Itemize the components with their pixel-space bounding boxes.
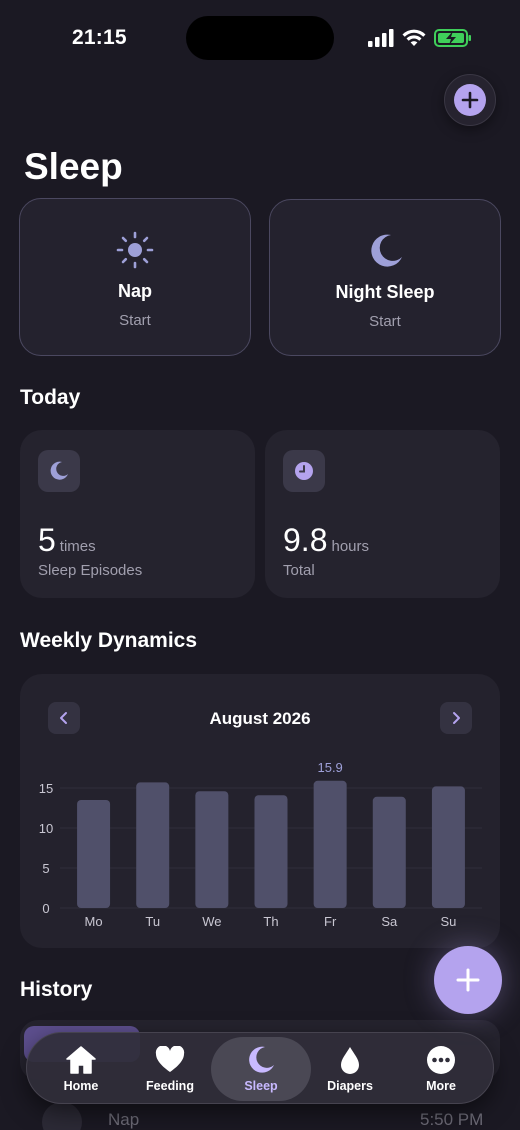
episodes-card: 5 times Sleep Episodes bbox=[20, 430, 255, 598]
tab-home-label: Home bbox=[63, 1079, 99, 1093]
drop-icon bbox=[341, 1047, 359, 1074]
episodes-icon-tile bbox=[38, 450, 80, 492]
chart-x-tick-label: Th bbox=[263, 914, 278, 929]
history-row-icon bbox=[42, 1102, 82, 1130]
tab-home[interactable]: Home bbox=[31, 1033, 131, 1105]
night-sleep-subtitle: Start bbox=[369, 313, 401, 330]
weekly-section-title: Weekly Dynamics bbox=[20, 629, 198, 652]
weekly-bar-chart: 0 5 10 15 Mo Tu We Th Fr 15.9 Sa Su bbox=[39, 760, 482, 929]
home-icon bbox=[66, 1046, 96, 1074]
plus-icon bbox=[456, 968, 480, 992]
chart-x-tick-label: Mo bbox=[85, 914, 103, 929]
night-sleep-title: Night Sleep bbox=[335, 282, 435, 302]
chart-x-tick-label: Sa bbox=[381, 914, 398, 929]
chart-bar[interactable] bbox=[313, 780, 347, 908]
chart-bar[interactable] bbox=[77, 800, 111, 908]
tab-bar: Home Feeding Sleep Diapers More bbox=[26, 1032, 494, 1104]
wifi-icon bbox=[402, 29, 426, 46]
floating-add-button[interactable] bbox=[434, 946, 502, 1014]
weekly-chart-card: August 2026 0 5 10 15 Mo Tu We Th Fr 15.9 Sa Su bbox=[20, 674, 500, 948]
chart-bar[interactable] bbox=[254, 795, 288, 908]
battery-icon bbox=[434, 29, 471, 47]
chart-y-tick-label: 5 bbox=[42, 861, 49, 876]
moon-icon bbox=[249, 1046, 274, 1073]
status-time: 21:15 bbox=[72, 26, 127, 49]
chart-bar[interactable] bbox=[136, 782, 170, 908]
status-icons bbox=[368, 28, 472, 48]
signal-icon bbox=[368, 29, 394, 47]
history-section-title: History bbox=[20, 978, 93, 1001]
tab-feeding[interactable]: Feeding bbox=[120, 1033, 220, 1105]
total-icon-tile bbox=[283, 450, 325, 492]
dynamic-island bbox=[186, 16, 334, 60]
episodes-label: Sleep Episodes bbox=[38, 562, 143, 579]
page-title: Sleep bbox=[24, 146, 123, 187]
plus-icon bbox=[461, 91, 479, 109]
nap-title: Nap bbox=[117, 281, 152, 301]
today-section-title: Today bbox=[20, 386, 81, 409]
chart-x-tick-label: Su bbox=[440, 914, 456, 929]
chart-y-tick-label: 15 bbox=[39, 781, 53, 796]
chart-bar[interactable] bbox=[431, 786, 465, 908]
tab-more[interactable]: More bbox=[391, 1033, 491, 1105]
total-unit: hours bbox=[331, 538, 370, 555]
heart-icon bbox=[155, 1046, 185, 1072]
tab-diapers-label: Diapers bbox=[327, 1079, 373, 1093]
total-card: 9.8 hours Total bbox=[265, 430, 500, 598]
add-entry-button[interactable] bbox=[444, 74, 496, 126]
tab-diapers[interactable]: Diapers bbox=[300, 1033, 400, 1105]
chart-y-tick-label: 0 bbox=[42, 901, 49, 916]
tab-feeding-label: Feeding bbox=[146, 1079, 194, 1093]
clock-icon bbox=[295, 462, 313, 480]
total-label: Total bbox=[283, 562, 315, 579]
night-sleep-start-card[interactable]: Night Sleep Start bbox=[269, 199, 501, 356]
nap-subtitle: Start bbox=[119, 312, 151, 329]
chart-bar[interactable] bbox=[195, 791, 229, 908]
tab-more-label: More bbox=[426, 1079, 456, 1093]
tab-sleep-label: Sleep bbox=[244, 1079, 278, 1093]
episodes-value: 5 bbox=[38, 522, 56, 558]
chart-x-tick-label: Tu bbox=[145, 914, 160, 929]
chart-y-tick-label: 10 bbox=[39, 821, 53, 836]
sun-icon bbox=[116, 231, 154, 269]
nap-start-card[interactable]: Nap Start bbox=[19, 198, 251, 356]
history-row-name[interactable]: Nap bbox=[108, 1110, 139, 1130]
episodes-unit: times bbox=[59, 538, 96, 555]
chart-x-tick-label: Fr bbox=[324, 914, 337, 929]
chart-bar[interactable] bbox=[372, 796, 406, 908]
history-row-time: 5:50 PM bbox=[420, 1110, 484, 1129]
chart-data-label: 15.9 bbox=[317, 760, 342, 775]
moon-icon bbox=[371, 234, 402, 267]
moon-icon bbox=[50, 461, 68, 480]
tab-sleep[interactable]: Sleep bbox=[211, 1037, 311, 1101]
chart-x-tick-label: We bbox=[202, 914, 221, 929]
total-value: 9.8 bbox=[283, 522, 328, 558]
more-icon bbox=[427, 1046, 455, 1074]
